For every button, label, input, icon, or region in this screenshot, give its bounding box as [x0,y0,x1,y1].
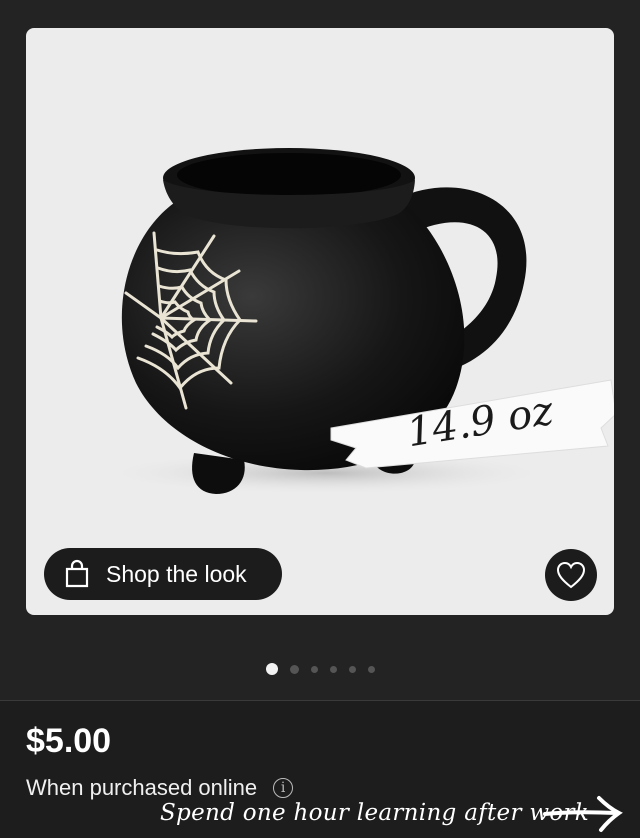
shop-the-look-label: Shop the look [106,560,247,587]
carousel-dot-6[interactable] [367,665,375,673]
carousel-dot-2[interactable] [289,664,299,674]
product-price: $5.00 [26,722,112,760]
carousel-dot-4[interactable] [329,665,337,673]
cauldron-mug-image: 14.9 oz [96,148,614,495]
purchase-note-text: When purchased online [26,775,258,800]
right-arrow-icon [543,796,623,832]
carousel-dot-5[interactable] [348,665,356,673]
carousel-dot-1[interactable] [265,663,278,675]
shop-the-look-button[interactable]: Shop the look [44,548,282,600]
purchase-note: When purchased online i [26,775,294,801]
favorite-button[interactable] [545,549,597,601]
carousel-dot-3[interactable] [310,665,318,673]
overlay-caption: Spend one hour learning after work [160,800,590,826]
product-image-card[interactable]: 14.9 oz Shop the look [26,28,614,615]
shopping-bag-icon [65,559,89,588]
info-icon[interactable]: i [273,778,294,798]
carousel-indicator [0,663,640,675]
heart-outline-icon [556,561,586,589]
